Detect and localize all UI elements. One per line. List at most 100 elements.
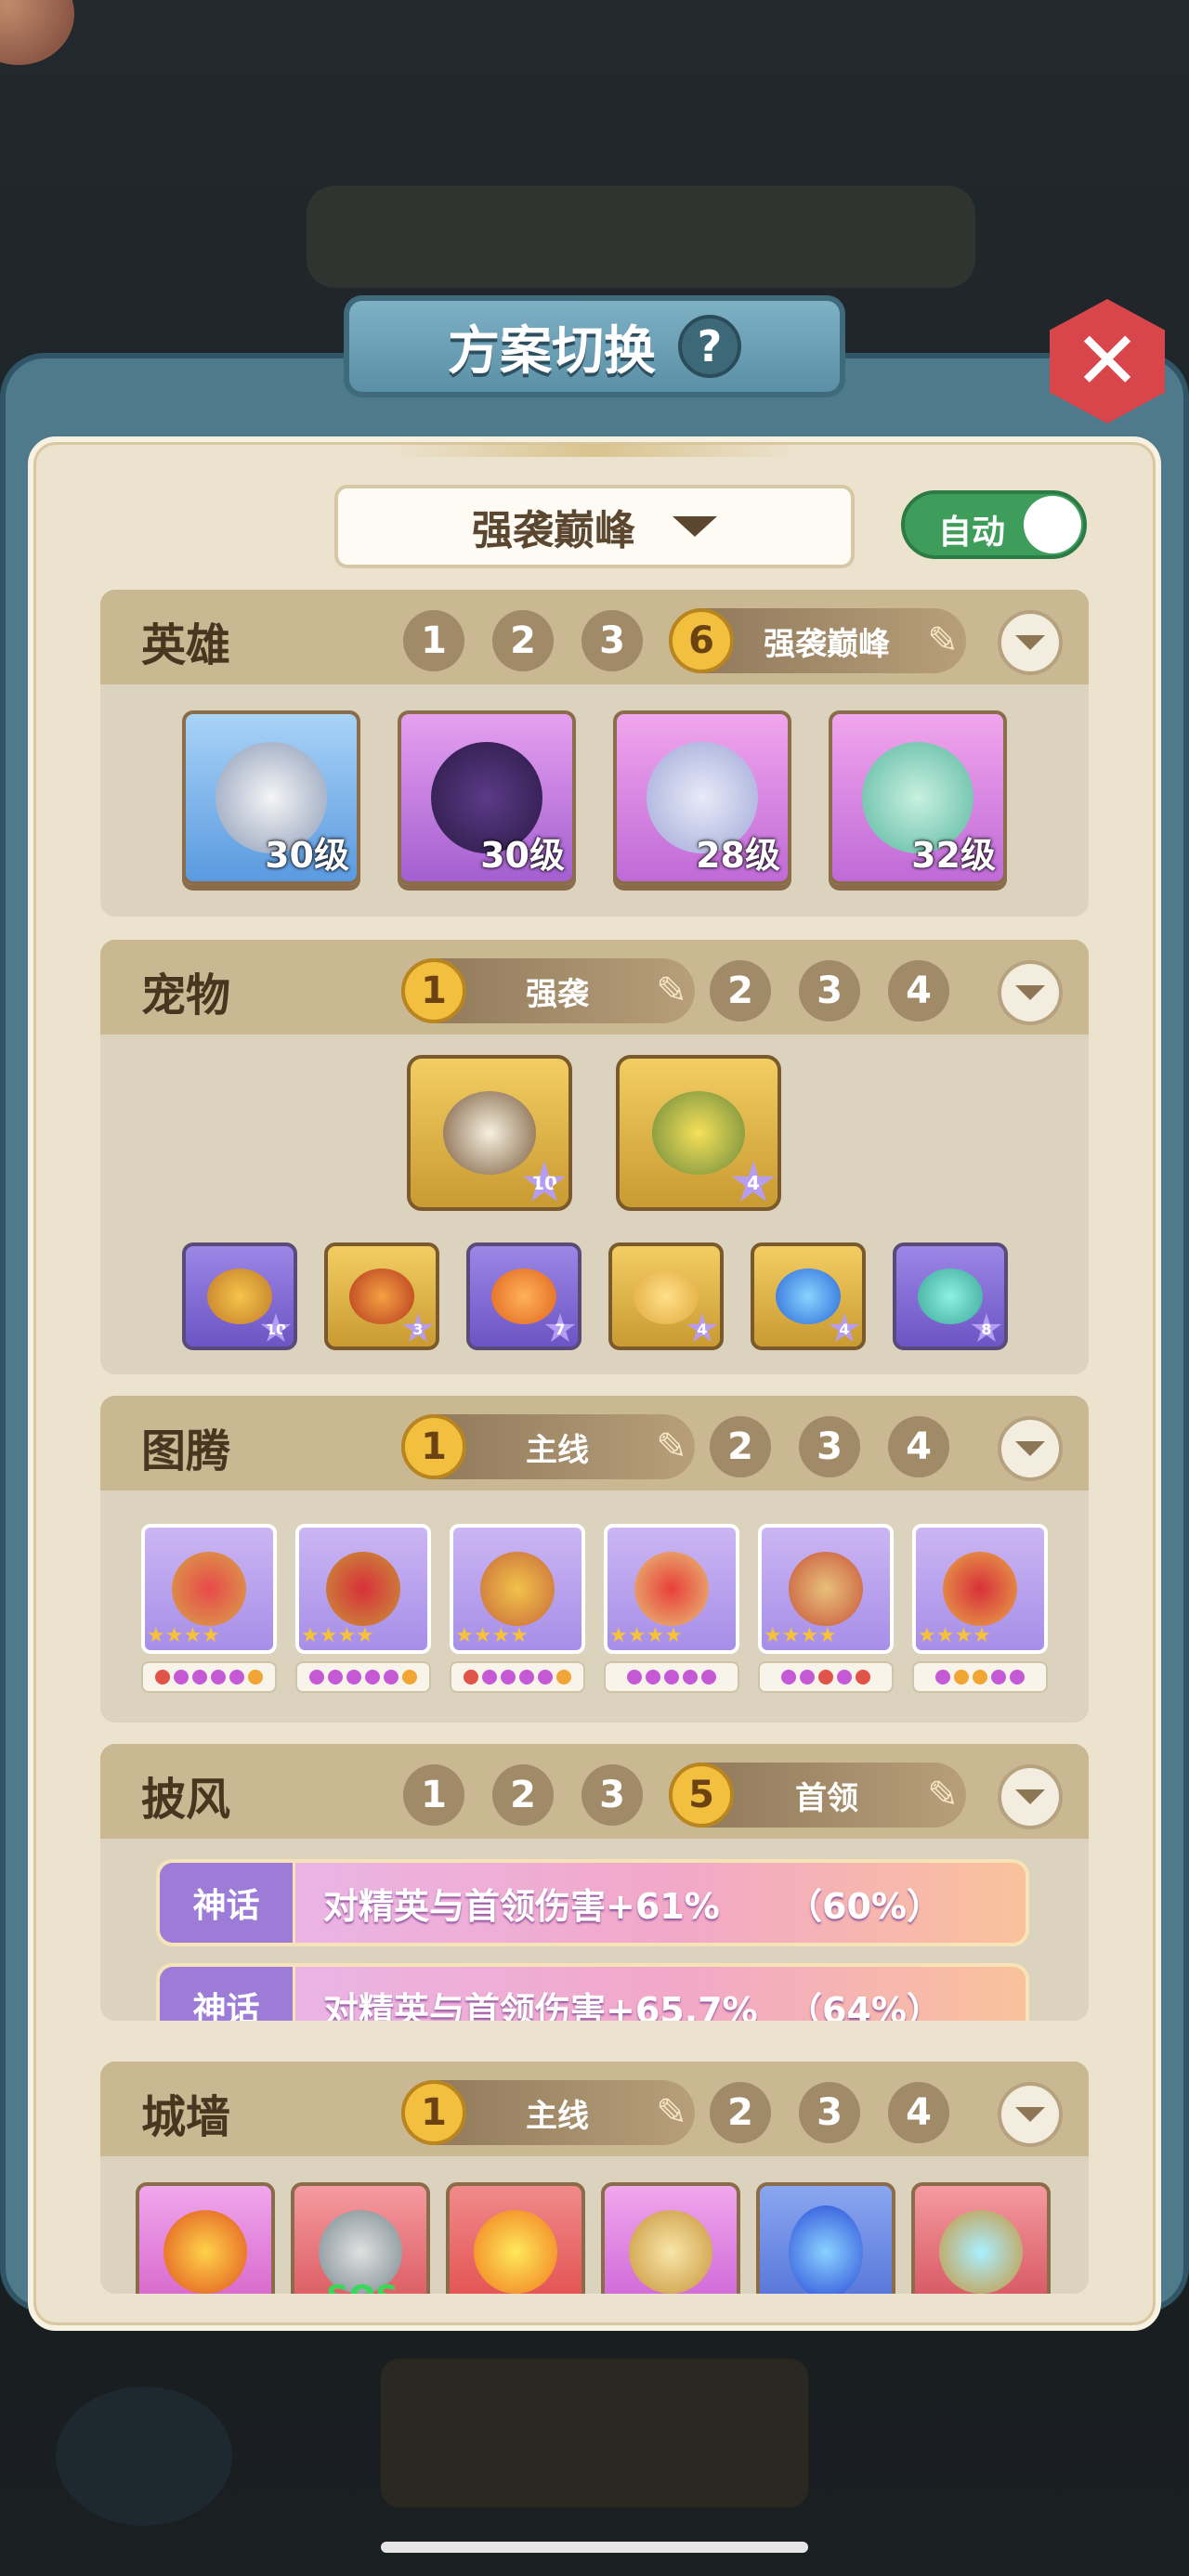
cloak-row[interactable]: 神话 对精英与首领伤害+65.7% （64%） [156, 1963, 1029, 2021]
main-pet-slot[interactable]: 4 [616, 1055, 781, 1211]
totem-slot[interactable]: ★★★★ [604, 1524, 739, 1698]
cloak-row[interactable]: 神话 对精英与首领伤害+61% （60%） [156, 1859, 1029, 1946]
ninja-cat-pet-icon [207, 1268, 272, 1324]
totem-gem-row [604, 1661, 739, 1693]
cloak-rarity: 神话 [160, 1863, 295, 1943]
totem-stars: ★★★★ [918, 1624, 991, 1647]
wall-fire-core-slot[interactable] [136, 2182, 275, 2294]
quill-edit-icon[interactable]: ✎ [648, 1425, 695, 1468]
background-banner [307, 186, 975, 288]
hero-card[interactable]: 32级 [829, 710, 1007, 885]
auto-toggle-label: 自动 [938, 514, 1006, 552]
sos-label: SOS [326, 2279, 399, 2294]
totem-gem-row [758, 1661, 894, 1693]
hero-expand-button[interactable] [998, 610, 1063, 675]
hero-plan-tab-active[interactable]: 6 强袭巅峰 ✎ [669, 608, 966, 673]
eagle-pet-icon [443, 1091, 536, 1175]
sub-pet-slot[interactable]: 3 [324, 1242, 439, 1350]
totem-slot[interactable]: ★★★★ [912, 1524, 1048, 1698]
totem-stars: ★★★★ [609, 1624, 683, 1647]
wall-plan-tab-4[interactable]: 4 [888, 2082, 949, 2143]
crystal-shrine-icon [939, 2210, 1023, 2294]
totem-plan-tab-active[interactable]: 1 主线 ✎ [401, 1414, 695, 1479]
hero-level: 32级 [911, 835, 996, 876]
wall-plan-tab-3[interactable]: 3 [799, 2082, 860, 2143]
totem-stars: ★★★★ [147, 1624, 220, 1647]
active-plan-number: 1 [401, 1414, 466, 1479]
totem-emblem [789, 1552, 863, 1626]
pet-star-badge: 7 [544, 1313, 576, 1342]
sub-pet-slot[interactable]: 4 [751, 1242, 866, 1350]
background-button [56, 2387, 232, 2526]
pet-expand-button[interactable] [998, 960, 1063, 1025]
wall-section-header: 城墙 1 主线 ✎ 2 3 4 [100, 2062, 1089, 2156]
totem-plan-tab-4[interactable]: 4 [888, 1416, 949, 1477]
help-icon[interactable]: ? [678, 315, 741, 378]
hero-card[interactable]: 30级 [182, 710, 360, 885]
pet-section: 宠物 1 强袭 ✎ 2 3 4 10 4 10 3 7 4 4 8 [100, 940, 1089, 1374]
wall-expand-button[interactable] [998, 2082, 1063, 2147]
chevron-down-icon [1015, 2107, 1045, 2122]
orange-blob-pet-icon [491, 1268, 556, 1324]
totem-stars: ★★★★ [455, 1624, 529, 1647]
wall-crystal-shrine-slot[interactable] [911, 2182, 1051, 2294]
golden-wheel-icon [629, 2210, 712, 2294]
pet-plan-tab-3[interactable]: 3 [799, 960, 860, 1021]
cloak-plan-tab-3[interactable]: 3 [581, 1764, 643, 1826]
home-indicator[interactable] [381, 2542, 808, 2553]
cloak-description: 对精英与首领伤害+61% [323, 1885, 720, 1927]
wall-blue-tower-slot[interactable] [756, 2182, 895, 2294]
sun-orb-icon [474, 2210, 557, 2294]
chevron-down-icon [1015, 1441, 1045, 1456]
hero-plan-tab-2[interactable]: 2 [492, 610, 554, 671]
pet-plan-tab-2[interactable]: 2 [710, 960, 771, 1021]
totem-slot[interactable]: ★★★★ [295, 1524, 431, 1698]
hero-card[interactable]: 28级 [613, 710, 791, 885]
quill-edit-icon[interactable]: ✎ [920, 1774, 966, 1816]
close-icon: ✕ [1073, 315, 1142, 408]
cloak-plan-tab-1[interactable]: 1 [403, 1764, 464, 1826]
active-plan-number: 1 [401, 2080, 466, 2145]
sub-pet-slot[interactable]: 10 [182, 1242, 297, 1350]
wall-sun-orb-slot[interactable] [446, 2182, 585, 2294]
wall-sos-gate-slot[interactable]: SOS [291, 2182, 430, 2294]
totem-slot[interactable]: ★★★★ [450, 1524, 585, 1698]
cloak-section-header: 披风 1 2 3 5 首领 ✎ [100, 1744, 1089, 1839]
bunny-pet-icon [634, 1268, 699, 1324]
sub-pet-slot[interactable]: 8 [893, 1242, 1008, 1350]
wall-plan-tab-active[interactable]: 1 主线 ✎ [401, 2080, 695, 2145]
quill-edit-icon[interactable]: ✎ [920, 619, 966, 662]
wall-golden-wheel-slot[interactable] [601, 2182, 740, 2294]
quill-edit-icon[interactable]: ✎ [648, 2091, 695, 2134]
totem-plan-tab-2[interactable]: 2 [710, 1416, 771, 1477]
panel-ornament [390, 444, 799, 457]
blue-fairy-pet-icon [776, 1268, 841, 1324]
totem-emblem [943, 1552, 1017, 1626]
sub-pet-slot[interactable]: 4 [608, 1242, 724, 1350]
hero-plan-tab-1[interactable]: 1 [403, 610, 464, 671]
auto-toggle[interactable]: 自动 [901, 490, 1087, 559]
section-title: 宠物 [141, 969, 231, 1021]
main-pet-slot[interactable]: 10 [407, 1055, 572, 1211]
pet-star-badge: 8 [971, 1313, 1002, 1342]
cloak-plan-tab-active[interactable]: 5 首领 ✎ [669, 1763, 966, 1828]
totem-slot[interactable]: ★★★★ [758, 1524, 894, 1698]
quill-edit-icon[interactable]: ✎ [648, 969, 695, 1012]
active-plan-number: 6 [669, 608, 734, 673]
totem-plan-tab-3[interactable]: 3 [799, 1416, 860, 1477]
hero-plan-tab-3[interactable]: 3 [581, 610, 643, 671]
plan-dropdown[interactable]: 强袭巅峰 [334, 485, 855, 568]
sub-pet-slot[interactable]: 7 [466, 1242, 581, 1350]
totem-expand-button[interactable] [998, 1416, 1063, 1481]
pet-plan-tab-active[interactable]: 1 强袭 ✎ [401, 958, 695, 1023]
cloak-plan-tab-2[interactable]: 2 [492, 1764, 554, 1826]
pet-star-badge: 4 [686, 1313, 718, 1342]
pet-plan-tab-4[interactable]: 4 [888, 960, 949, 1021]
totem-slot[interactable]: ★★★★ [141, 1524, 277, 1698]
wall-plan-tab-2[interactable]: 2 [710, 2082, 771, 2143]
pet-star-badge: 10 [522, 1161, 567, 1202]
cloak-expand-button[interactable] [998, 1764, 1063, 1829]
active-plan-label: 主线 [526, 2097, 589, 2135]
pet-star-badge: 4 [731, 1161, 776, 1202]
hero-card[interactable]: 30级 [398, 710, 576, 885]
